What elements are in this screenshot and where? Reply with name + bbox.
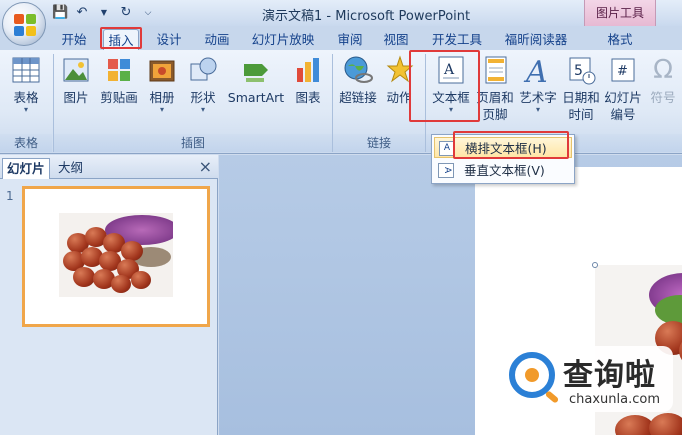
tab-design[interactable]: 设计	[152, 29, 186, 50]
symbol-button-label: 符号	[650, 90, 676, 105]
picture-icon	[60, 54, 92, 86]
chevron-down-icon: ▾	[23, 105, 28, 114]
calendar-clock-icon: 5	[565, 54, 597, 86]
wordart-icon: A	[522, 54, 554, 90]
album-button[interactable]: 相册 ▾	[144, 54, 180, 115]
photo-album-icon	[146, 54, 178, 86]
quick-access-toolbar: 💾 ↶ ▼ ↻ ⌵	[52, 4, 156, 22]
smartart-button-label: SmartArt	[227, 90, 285, 105]
table-button-label: 表格	[13, 90, 39, 105]
menu-item-highlight	[453, 131, 569, 159]
slide-number-icon: #	[607, 54, 639, 86]
textbox-button-highlight	[409, 50, 480, 122]
group-label-illustrations: 插图	[54, 134, 332, 152]
symbol-button[interactable]: Ω 符号	[646, 54, 680, 105]
svg-text:#: #	[617, 64, 628, 79]
slide-thumbnail[interactable]	[22, 186, 210, 327]
chevron-down-icon: ▾	[159, 105, 164, 114]
picture-button[interactable]: 图片	[58, 54, 94, 105]
selection-handle[interactable]	[592, 262, 598, 268]
chevron-down-icon: ▾	[535, 105, 540, 114]
svg-text:A: A	[523, 55, 548, 86]
tab-review[interactable]: 审阅	[334, 29, 366, 50]
tab-animations[interactable]: 动画	[200, 29, 234, 50]
tab-format[interactable]: 格式	[600, 29, 640, 50]
header-footer-icon	[479, 54, 511, 86]
window-title: 演示文稿1 - Microsoft PowerPoint	[262, 9, 471, 24]
title-bar: 💾 ↶ ▼ ↻ ⌵ 演示文稿1 - Microsoft PowerPoint 图…	[0, 0, 682, 26]
save-icon[interactable]: 💾	[52, 5, 68, 21]
picture-tools-context-title: 图片工具	[584, 0, 656, 26]
shapes-icon	[187, 54, 219, 86]
chart-icon	[292, 54, 324, 86]
office-logo-icon	[14, 14, 36, 36]
hyperlink-button[interactable]: 超链接	[336, 54, 380, 105]
food-thumbnail-image	[59, 213, 173, 297]
smartart-button[interactable]: SmartArt	[225, 54, 287, 105]
tab-foxit-reader[interactable]: 福昕阅读器	[500, 29, 572, 50]
clipart-icon	[103, 54, 135, 86]
datetime-label-1: 日期和	[562, 90, 600, 105]
ribbon: 表格 ▾ 表格 图片 剪贴画 相册 ▾ 形状 ▾ SmartArt 图表 插图 …	[0, 50, 682, 154]
shapes-button[interactable]: 形状 ▾	[184, 54, 222, 115]
group-label-links: 链接	[333, 134, 425, 152]
slides-pane-tabs: 幻灯片 大纲 ×	[0, 155, 218, 179]
watermark: 查询啦 chaxunla.com	[503, 346, 673, 412]
insert-tab-highlight	[100, 27, 142, 49]
watermark-url: chaxunla.com	[569, 392, 660, 407]
album-button-label: 相册	[149, 90, 175, 105]
picture-button-label: 图片	[63, 90, 89, 105]
menu-item-vertical-textbox[interactable]: A 垂直文本框(V)	[434, 160, 572, 181]
group-label-table: 表格	[0, 134, 52, 152]
slides-pane: 幻灯片 大纲 × 1	[0, 155, 218, 435]
datetime-label-2: 时间	[568, 107, 594, 122]
chart-button-label: 图表	[295, 90, 321, 105]
svg-text:5: 5	[574, 63, 583, 79]
clipart-button[interactable]: 剪贴画	[96, 54, 142, 105]
chevron-down-icon: ▾	[200, 105, 205, 114]
wordart-button[interactable]: A 艺术字 ▾	[516, 54, 560, 115]
tab-view[interactable]: 视图	[380, 29, 412, 50]
table-button[interactable]: 表格 ▾	[6, 54, 46, 115]
slide-number: 1	[6, 189, 14, 203]
hyperlink-button-label: 超链接	[339, 90, 377, 105]
watermark-title: 查询啦	[563, 358, 656, 393]
dropdown-icon[interactable]: ▼	[96, 5, 112, 21]
header-footer-label-1: 页眉和	[476, 90, 514, 105]
datetime-button[interactable]: 5 日期和 时间	[560, 54, 602, 122]
tab-developer[interactable]: 开发工具	[428, 29, 486, 50]
magnifier-logo-icon	[509, 352, 555, 398]
close-icon[interactable]: ×	[199, 158, 212, 176]
vertical-textbox-icon: A	[438, 163, 454, 178]
menu-item-label: 垂直文本框(V)	[464, 163, 545, 178]
tab-slides[interactable]: 幻灯片	[2, 158, 50, 179]
clipart-button-label: 剪贴画	[100, 90, 138, 105]
shapes-button-label: 形状	[190, 90, 216, 105]
chart-button[interactable]: 图表	[290, 54, 326, 105]
header-footer-button[interactable]: 页眉和 页脚	[474, 54, 516, 122]
tab-outline[interactable]: 大纲	[54, 158, 87, 179]
slide-number-label-2: 编号	[610, 107, 636, 122]
header-footer-label-2: 页脚	[482, 107, 508, 122]
office-button[interactable]	[2, 2, 46, 46]
smartart-icon	[240, 54, 272, 86]
omega-icon: Ω	[653, 55, 673, 85]
globe-link-icon	[342, 54, 374, 86]
undo-icon[interactable]: ↶	[74, 5, 90, 21]
redo-icon[interactable]: ↻	[118, 5, 134, 21]
tab-slideshow[interactable]: 幻灯片放映	[248, 29, 318, 50]
customize-qat-icon[interactable]: ⌵	[140, 5, 156, 21]
slide-number-label-1: 幻灯片	[604, 90, 642, 105]
tab-home[interactable]: 开始	[58, 29, 90, 50]
slide-number-button[interactable]: # 幻灯片 编号	[602, 54, 644, 122]
table-icon	[10, 54, 42, 86]
wordart-button-label: 艺术字	[519, 90, 557, 105]
